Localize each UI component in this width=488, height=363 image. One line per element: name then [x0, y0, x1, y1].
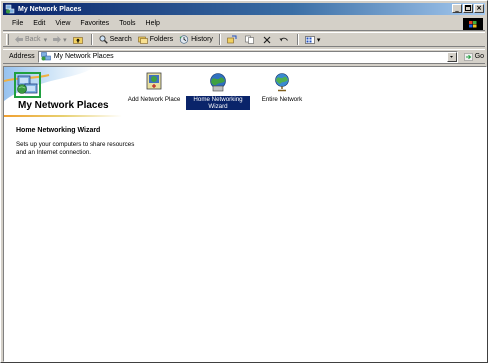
address-bar: Address My Network Places Go	[3, 49, 485, 64]
copy-to-icon	[245, 35, 254, 44]
back-label: Back	[25, 36, 41, 43]
webview-panel: My Network Places Home Networking Wizard…	[4, 67, 134, 361]
minimize-button[interactable]: _	[452, 4, 462, 13]
standard-toolbar: Back ▾ ▾ Search Folders History ▾	[3, 32, 485, 47]
windows-logo-icon	[463, 18, 483, 30]
forward-button[interactable]: ▾	[50, 36, 70, 44]
go-button[interactable]: Go	[463, 52, 485, 61]
explorer-window: My Network Places _ × File Edit View Fav…	[0, 0, 488, 363]
delete-button[interactable]	[260, 36, 276, 44]
menu-bar: File Edit View Favorites Tools Help	[3, 17, 485, 31]
forward-arrow-icon	[53, 36, 62, 43]
list-item-home-networking-wizard[interactable]: Home Networking Wizard	[186, 71, 250, 110]
home-networking-wizard-icon	[207, 71, 229, 93]
history-icon	[179, 35, 189, 44]
move-to-icon	[227, 35, 237, 44]
maximize-button[interactable]	[463, 4, 473, 13]
back-button[interactable]: Back ▾	[12, 36, 50, 44]
undo-button[interactable]	[276, 36, 294, 44]
up-button[interactable]	[70, 36, 88, 44]
go-arrow-icon	[463, 52, 473, 61]
selected-item-title: Home Networking Wizard	[16, 127, 101, 134]
search-button[interactable]: Search	[96, 35, 135, 44]
list-item-add-network-place[interactable]: Add Network Place	[122, 71, 186, 110]
delete-icon	[263, 36, 271, 43]
up-folder-icon	[72, 36, 83, 44]
list-item-entire-network[interactable]: Entire Network	[250, 71, 314, 110]
chevron-down-icon	[449, 55, 453, 58]
search-icon	[99, 35, 108, 44]
undo-icon	[279, 37, 288, 41]
address-dropdown-button[interactable]	[446, 51, 457, 62]
views-button[interactable]: ▾	[302, 35, 324, 44]
menu-view[interactable]: View	[50, 20, 75, 27]
folders-label: Folders	[149, 36, 174, 43]
toolbar-separator	[90, 34, 93, 45]
window-title: My Network Places	[18, 5, 82, 13]
menu-edit[interactable]: Edit	[28, 20, 50, 27]
icon-label: Entire Network	[261, 96, 303, 103]
address-field[interactable]: My Network Places	[37, 50, 458, 63]
folders-button[interactable]: Folders	[135, 36, 176, 44]
history-button[interactable]: History	[176, 35, 216, 44]
icon-list: Add Network Place Home Networking Wizard	[122, 71, 314, 110]
close-button[interactable]: ×	[474, 4, 484, 13]
search-label: Search	[109, 36, 132, 43]
entire-network-icon	[271, 71, 293, 93]
toolbar-grip[interactable]	[6, 34, 9, 45]
menu-favorites[interactable]: Favorites	[75, 20, 114, 27]
history-label: History	[191, 36, 213, 43]
selected-item-description: Sets up your computers to share resource…	[16, 141, 135, 156]
menu-help[interactable]: Help	[141, 20, 165, 27]
page-title: My Network Places	[18, 100, 109, 111]
icon-label: Add Network Place	[127, 96, 181, 103]
folders-icon	[137, 36, 148, 44]
address-label: Address	[9, 53, 35, 60]
icon-label: Home Networking Wizard	[186, 96, 250, 110]
menu-file[interactable]: File	[7, 20, 28, 27]
network-places-icon	[40, 52, 51, 61]
menu-tools[interactable]: Tools	[114, 20, 140, 27]
move-to-button[interactable]	[224, 35, 242, 44]
header-divider	[4, 115, 122, 117]
title-bar[interactable]: My Network Places _ ×	[3, 3, 485, 15]
header-icon-highlight	[14, 72, 41, 98]
views-icon	[305, 35, 315, 44]
add-network-place-icon	[143, 71, 165, 93]
copy-to-button[interactable]	[242, 35, 260, 44]
address-value: My Network Places	[53, 53, 114, 60]
back-arrow-icon	[15, 36, 23, 43]
title-controls: _ ×	[451, 4, 484, 13]
network-places-icon	[5, 4, 15, 14]
network-places-large-icon	[17, 75, 38, 94]
go-label: Go	[474, 53, 485, 60]
toolbar-separator	[296, 34, 299, 45]
folder-view[interactable]: My Network Places Home Networking Wizard…	[3, 66, 487, 362]
toolbar-separator	[218, 34, 221, 45]
